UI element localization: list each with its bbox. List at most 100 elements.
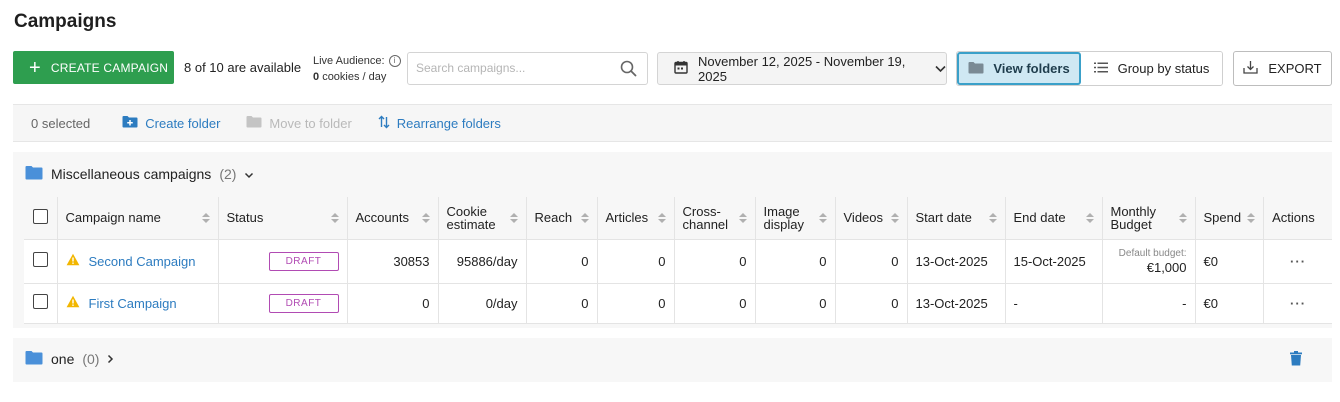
create-folder-button[interactable]: Create folder xyxy=(122,115,220,131)
end-date-cell: 15-Oct-2025 xyxy=(1005,239,1103,284)
sort-icon xyxy=(421,212,430,223)
folder-icon xyxy=(25,165,43,183)
videos-cell: 0 xyxy=(835,283,908,324)
folder-plus-icon xyxy=(122,115,138,131)
column-header-start-date[interactable]: Start date xyxy=(907,197,1006,240)
table-row[interactable]: Second Campaign DRAFT 30853 95886/day 0 … xyxy=(24,239,1332,284)
status-cell: DRAFT xyxy=(218,283,348,324)
create-campaign-button[interactable]: + CREATE CAMPAIGN xyxy=(13,51,174,84)
column-header-articles[interactable]: Articles xyxy=(597,197,675,240)
column-header-end-date[interactable]: End date xyxy=(1005,197,1103,240)
date-range-picker[interactable]: November 12, 2025 - November 19, 2025 xyxy=(657,52,947,85)
group-by-status-button[interactable]: Group by status xyxy=(1081,52,1222,85)
chevron-down-icon xyxy=(935,61,946,76)
sort-icon xyxy=(738,212,747,223)
folder-icon xyxy=(25,350,43,368)
campaign-name-cell: Second Campaign xyxy=(57,239,219,284)
export-label: EXPORT xyxy=(1268,61,1322,76)
monthly-budget-cell: - xyxy=(1102,283,1196,324)
column-header-monthly-budget[interactable]: Monthly Budget xyxy=(1102,197,1196,240)
move-to-folder-button[interactable]: Move to folder xyxy=(246,115,352,131)
row-checkbox[interactable] xyxy=(32,252,48,267)
campaign-name-cell: First Campaign xyxy=(57,283,219,324)
search-box xyxy=(407,52,648,85)
live-audience: Live Audience: i 0 cookies / day xyxy=(313,53,401,85)
view-folders-label: View folders xyxy=(993,61,1070,76)
sort-icon xyxy=(509,212,518,223)
table-row[interactable]: First Campaign DRAFT 0 0/day 0 0 0 0 0 1… xyxy=(24,283,1332,324)
column-header-image-display[interactable]: Image display xyxy=(755,197,836,240)
column-header-videos[interactable]: Videos xyxy=(835,197,908,240)
live-audience-unit: cookies / day xyxy=(322,71,387,83)
create-campaign-label: CREATE CAMPAIGN xyxy=(50,60,169,75)
rearrange-folders-label: Rearrange folders xyxy=(396,115,501,131)
folder-count: (2) xyxy=(219,166,237,182)
accounts-cell: 30853 xyxy=(347,239,439,284)
folder-icon xyxy=(968,61,984,77)
status-badge: DRAFT xyxy=(268,293,339,313)
warning-icon xyxy=(66,253,80,269)
export-button[interactable]: EXPORT xyxy=(1233,51,1332,86)
image-display-cell: 0 xyxy=(755,283,836,324)
more-actions-icon[interactable]: ··· xyxy=(1263,239,1332,284)
monthly-budget-cell: Default budget: €1,000 xyxy=(1102,239,1196,284)
selected-count: 0 selected xyxy=(31,115,91,131)
folder-group-miscellaneous: Miscellaneous campaigns (2) Campaign nam… xyxy=(13,152,1332,328)
sort-icon xyxy=(1178,212,1187,223)
column-header-accounts[interactable]: Accounts xyxy=(347,197,439,240)
videos-cell: 0 xyxy=(835,239,908,284)
search-input[interactable] xyxy=(416,61,611,75)
folder-header[interactable]: one (0) xyxy=(25,350,114,368)
folder-name: one xyxy=(51,351,75,367)
column-header-cookie-estimate[interactable]: Cookie estimate xyxy=(438,197,527,240)
group-by-status-label: Group by status xyxy=(1117,61,1210,76)
start-date-cell: 13-Oct-2025 xyxy=(907,239,1006,284)
spend-cell: €0 xyxy=(1195,283,1265,324)
row-checkbox[interactable] xyxy=(32,294,48,309)
trash-icon[interactable] xyxy=(1290,351,1302,369)
view-folders-button[interactable]: View folders xyxy=(957,52,1081,85)
sort-arrows-icon xyxy=(378,115,390,132)
column-header-actions: Actions xyxy=(1263,197,1332,240)
cookie-estimate-cell: 0/day xyxy=(438,283,527,324)
sort-icon xyxy=(1085,212,1094,223)
accounts-cell: 0 xyxy=(347,283,439,324)
download-icon xyxy=(1243,60,1259,77)
date-range-text: November 12, 2025 - November 19, 2025 xyxy=(698,53,906,84)
sort-icon xyxy=(330,212,339,223)
live-audience-label: Live Audience: xyxy=(313,55,385,67)
search-icon[interactable] xyxy=(620,60,637,80)
selection-bar: 0 selected Create folder Move to folder … xyxy=(13,104,1332,142)
budget-value: €1,000 xyxy=(1146,260,1187,275)
live-audience-count: 0 xyxy=(313,71,320,83)
column-header-cross-channel[interactable]: Cross-channel xyxy=(674,197,756,240)
column-header-campaign-name[interactable]: Campaign name xyxy=(57,197,219,240)
rearrange-folders-button[interactable]: Rearrange folders xyxy=(378,115,501,132)
sort-icon xyxy=(988,212,997,223)
sort-icon xyxy=(580,212,589,223)
more-actions-icon[interactable]: ··· xyxy=(1263,283,1332,324)
reach-cell: 0 xyxy=(526,283,598,324)
articles-cell: 0 xyxy=(597,239,675,284)
column-header-status[interactable]: Status xyxy=(218,197,348,240)
sort-icon xyxy=(201,212,210,223)
spend-cell: €0 xyxy=(1195,239,1265,284)
select-all-checkbox[interactable] xyxy=(32,209,48,225)
chevron-down-icon xyxy=(244,166,254,182)
sort-icon xyxy=(1247,212,1256,223)
plus-icon: + xyxy=(29,56,41,79)
info-icon[interactable]: i xyxy=(388,55,401,67)
column-header-reach[interactable]: Reach xyxy=(526,197,598,240)
cookie-estimate-cell: 95886/day xyxy=(438,239,527,284)
folder-icon xyxy=(246,115,262,131)
list-icon xyxy=(1093,61,1108,76)
column-header-spend[interactable]: Spend xyxy=(1195,197,1265,240)
campaign-name-link[interactable]: First Campaign xyxy=(89,296,177,311)
campaign-name-link[interactable]: Second Campaign xyxy=(89,254,196,269)
sort-icon xyxy=(818,212,827,223)
folder-header[interactable]: Miscellaneous campaigns (2) xyxy=(25,165,254,183)
cross-channel-cell: 0 xyxy=(674,283,756,324)
folder-name: Miscellaneous campaigns xyxy=(51,166,212,182)
reach-cell: 0 xyxy=(526,239,598,284)
chevron-right-icon xyxy=(107,351,114,367)
